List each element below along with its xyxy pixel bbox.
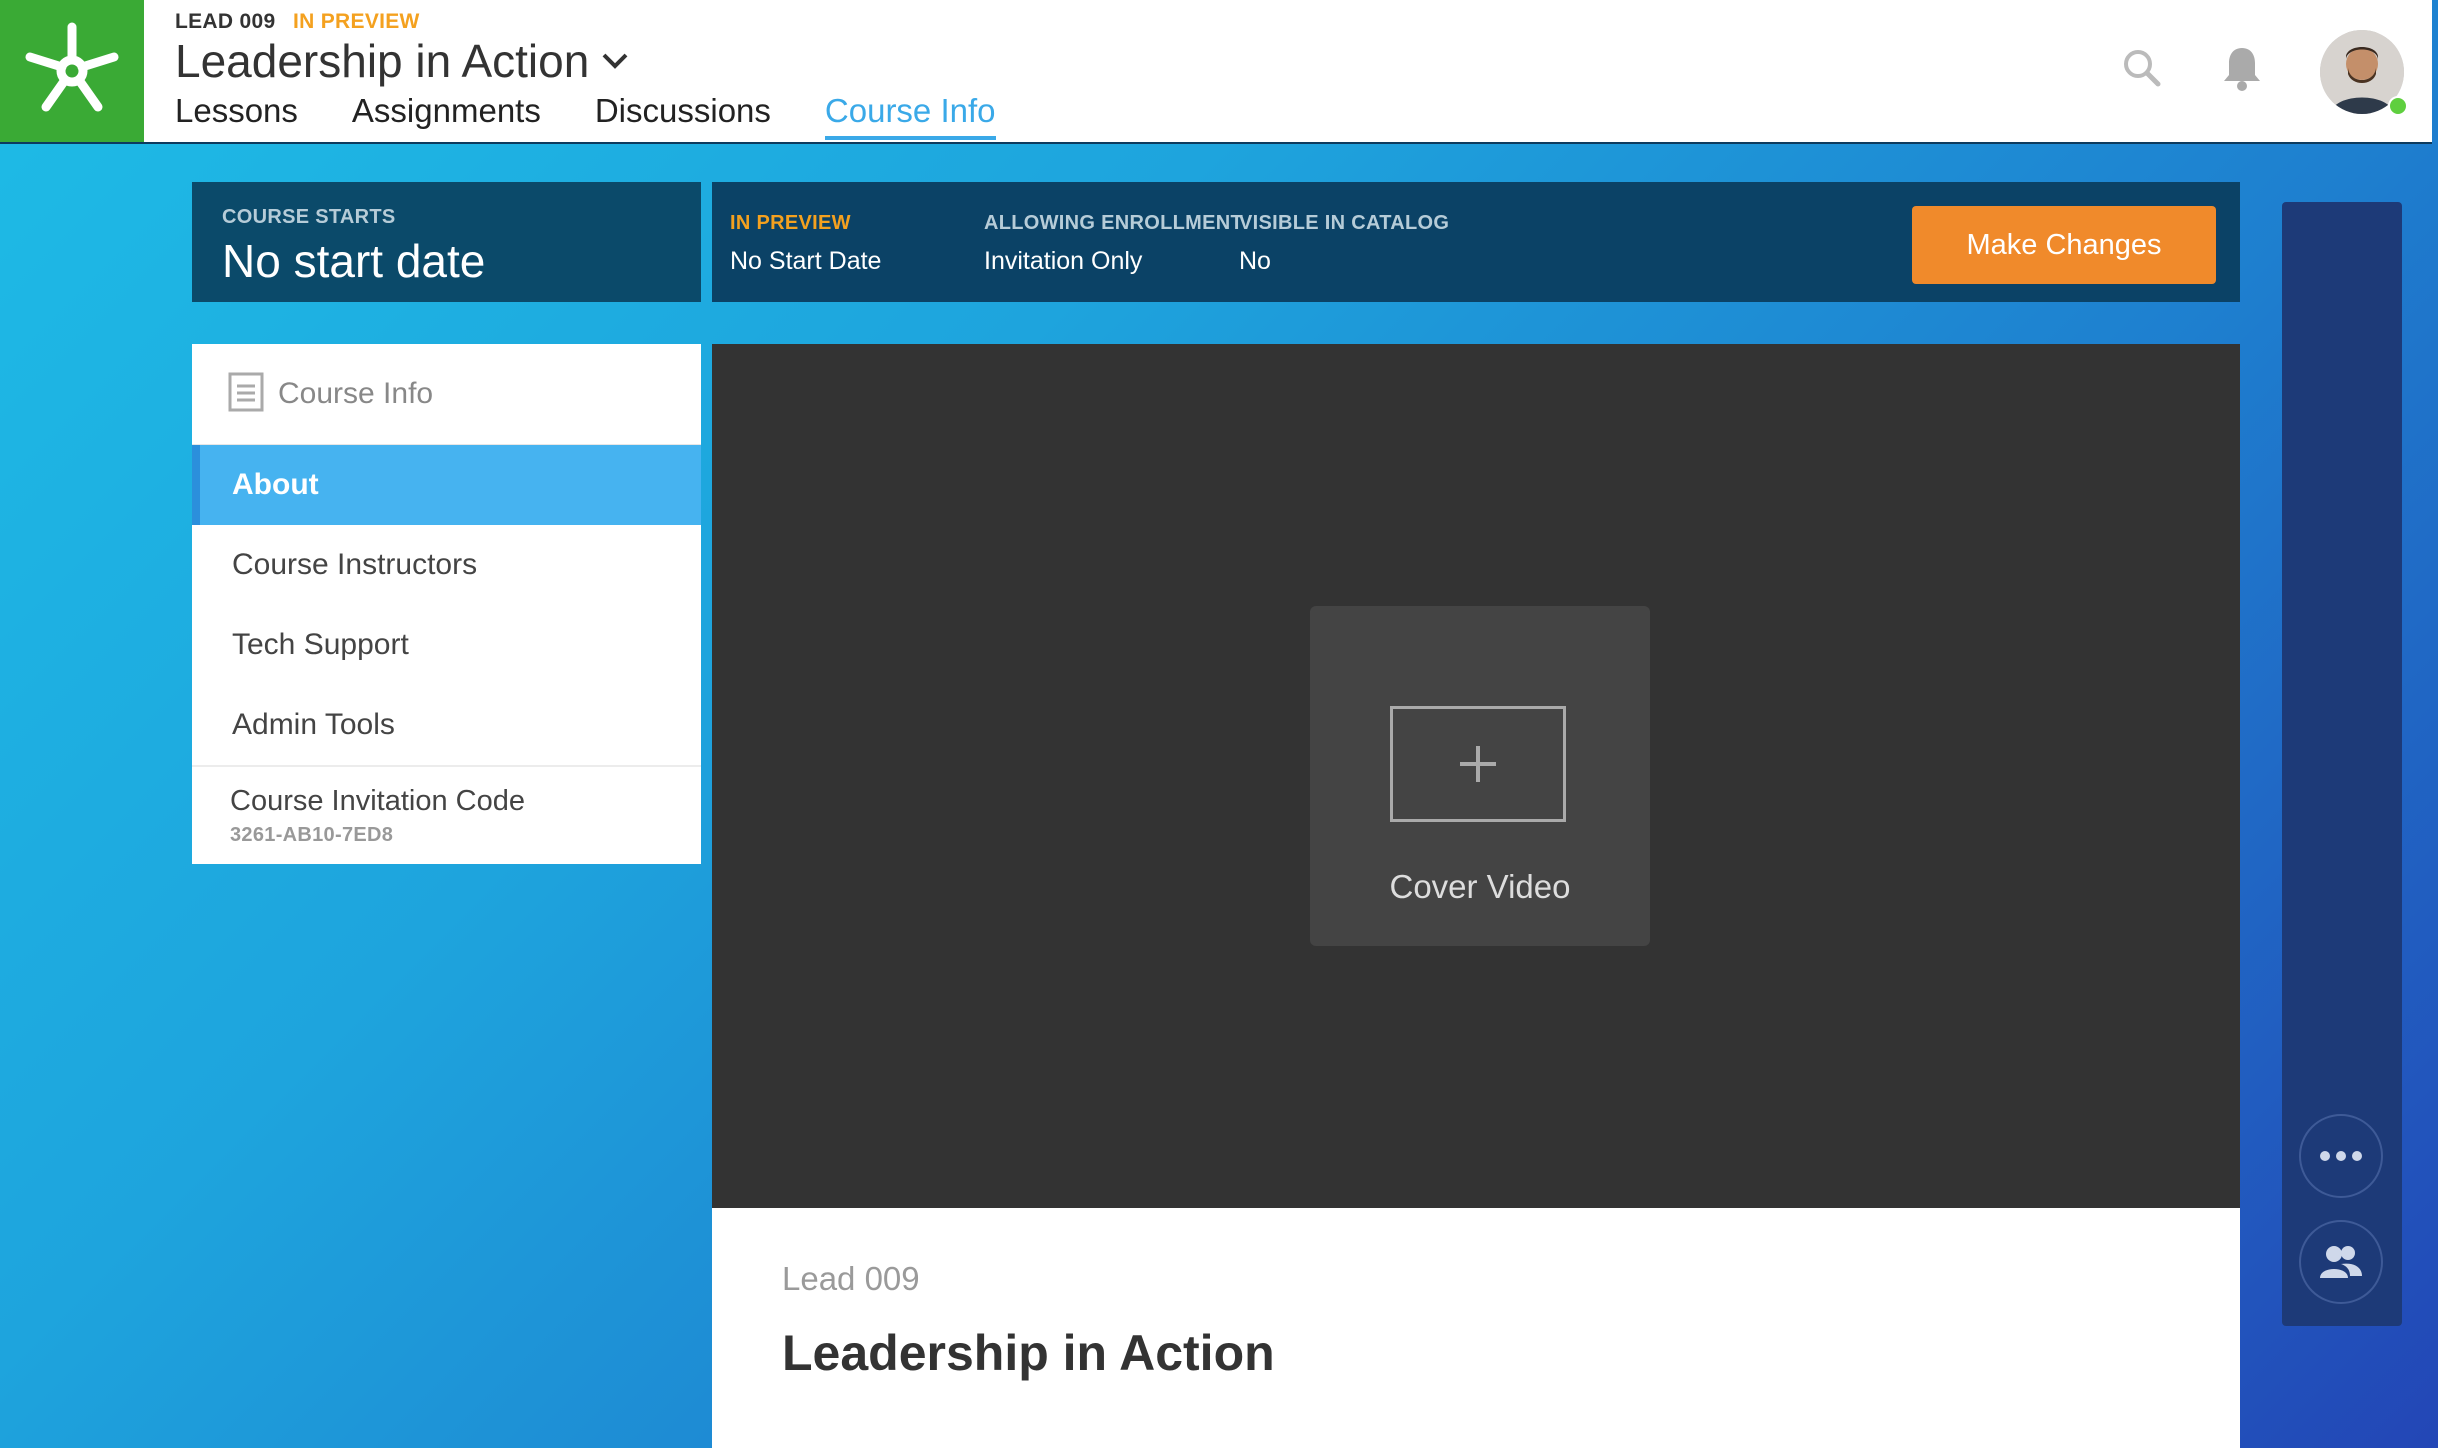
invitation-code-value: 3261-AB10-7ED8 (230, 824, 394, 846)
sidebar-item-about[interactable]: About (192, 445, 701, 525)
sidebar-item-admin-tools[interactable]: Admin Tools (192, 685, 701, 765)
tab-assignments[interactable]: Assignments (352, 92, 541, 140)
plus-icon (1390, 706, 1566, 822)
more-options-icon[interactable] (2299, 1114, 2383, 1198)
course-title-dropdown[interactable]: Leadership in Action (175, 34, 629, 88)
course-status-badge: IN PREVIEW (293, 10, 420, 33)
tab-discussions[interactable]: Discussions (595, 92, 771, 140)
sidebar-item-invitation-code[interactable]: Course Invitation Code 3261-AB10-7ED8 (192, 765, 701, 861)
course-tabs: Lessons Assignments Discussions Course I… (175, 92, 1050, 140)
invitation-code-label: Course Invitation Code (230, 785, 525, 817)
about-course-code: Lead 009 (782, 1260, 920, 1297)
course-code: LEAD 009 (175, 10, 276, 33)
course-starts-label: COURSE STARTS (222, 206, 396, 228)
catalog-stat: VISIBLE IN CATALOG No (1239, 212, 1449, 276)
cover-video-area: Cover Video (712, 344, 2240, 1208)
add-cover-video-button[interactable]: Cover Video (1310, 606, 1650, 946)
cover-video-label: Cover Video (1389, 868, 1571, 905)
document-icon (228, 372, 264, 417)
logo-icon[interactable] (0, 0, 144, 142)
catalog-value: No (1239, 247, 1271, 275)
enrollment-label: ALLOWING ENROLLMENT (984, 212, 1244, 234)
make-changes-button[interactable]: Make Changes (1912, 206, 2216, 284)
course-about-panel: Lead 009 Leadership in Action (712, 1208, 2240, 1448)
preview-value: No Start Date (730, 247, 882, 275)
right-rail (2282, 202, 2402, 1326)
sidebar-item-course-instructors[interactable]: Course Instructors (192, 525, 701, 605)
preview-label: IN PREVIEW (730, 212, 851, 234)
enrollment-stat: ALLOWING ENROLLMENT Invitation Only (984, 212, 1243, 276)
course-info-sidebar: Course Info About Course Instructors Tec… (192, 344, 701, 864)
tab-course-info[interactable]: Course Info (824, 92, 996, 140)
tab-lessons[interactable]: Lessons (175, 92, 298, 140)
sidebar-item-tech-support[interactable]: Tech Support (192, 605, 701, 685)
course-title: Leadership in Action (175, 35, 590, 87)
course-starts-card: COURSE STARTS No start date (192, 182, 701, 302)
course-status-card: IN PREVIEW No Start Date ALLOWING ENROLL… (712, 182, 2240, 302)
online-status-dot (2388, 96, 2408, 116)
about-course-title: Leadership in Action (782, 1325, 1275, 1381)
catalog-label: VISIBLE IN CATALOG (1239, 212, 1450, 234)
chevron-down-icon (601, 51, 629, 71)
preview-stat: IN PREVIEW No Start Date (730, 212, 881, 276)
sidebar-heading-label: Course Info (278, 377, 434, 410)
course-starts-value: No start date (222, 235, 486, 287)
bell-icon[interactable] (2218, 44, 2266, 92)
search-icon[interactable] (2118, 44, 2166, 92)
people-icon[interactable] (2299, 1220, 2383, 1304)
top-bar: LEAD 009 IN PREVIEW Leadership in Action… (0, 0, 2432, 144)
sidebar-heading: Course Info (192, 344, 701, 445)
enrollment-value: Invitation Only (984, 247, 1143, 275)
